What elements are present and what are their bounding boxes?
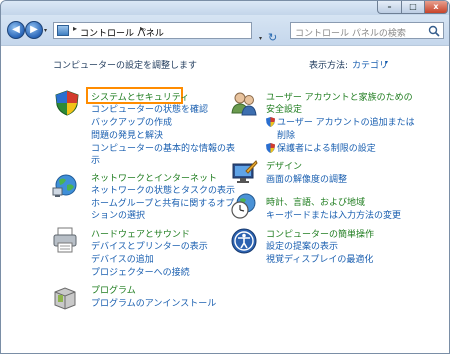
chevron-down-icon[interactable]: ▾ <box>385 59 388 66</box>
forward-button[interactable]: ▶ <box>25 21 43 39</box>
address-bar: ◀ ▶ ▾ ▸ コントロール パネル ▸ ▾ ↻ コントロール パネルの検索 <box>1 15 449 45</box>
appearance-monitor-icon[interactable] <box>230 159 258 187</box>
link-add-remove-accounts-cont[interactable]: 削除 <box>277 128 295 141</box>
clock-globe-icon[interactable] <box>230 192 258 220</box>
shield-icon[interactable] <box>53 89 81 117</box>
link-add-remove-accounts[interactable]: ユーザー アカウントの追加または <box>277 115 415 128</box>
close-button[interactable]: x <box>424 1 448 14</box>
search-icon[interactable] <box>428 25 440 37</box>
link-optimize-visual-display[interactable]: 視覚ディスプレイの最適化 <box>266 252 373 265</box>
control-panel-icon <box>57 25 69 36</box>
link-create-backup[interactable]: バックアップの作成 <box>91 115 172 128</box>
view-by-dropdown[interactable]: カテゴリ <box>352 58 388 71</box>
users-icon[interactable] <box>230 89 258 117</box>
minimize-icon: – <box>387 2 392 11</box>
link-view-basic-info-cont[interactable]: 示 <box>91 153 100 166</box>
maximize-icon: □ <box>409 2 417 11</box>
printer-icon[interactable] <box>51 226 79 254</box>
title-bar: – □ x <box>1 1 449 15</box>
uac-shield-icon <box>266 143 275 153</box>
link-devices-printers[interactable]: デバイスとプリンターの表示 <box>91 239 208 252</box>
category-programs[interactable]: プログラム <box>91 283 136 296</box>
page-title: コンピューターの設定を調整します <box>53 61 198 71</box>
close-icon: x <box>433 2 439 11</box>
link-connect-projector[interactable]: プロジェクターへの接続 <box>91 265 190 278</box>
maximize-button[interactable]: □ <box>401 1 425 14</box>
ease-of-access-icon[interactable] <box>230 227 258 255</box>
link-change-keyboard[interactable]: キーボードまたは入力方法の変更 <box>266 208 401 221</box>
breadcrumb-control-panel[interactable]: コントロール パネル <box>80 26 164 39</box>
uac-shield-icon <box>266 117 275 127</box>
link-uninstall-program[interactable]: プログラムのアンインストール <box>91 296 216 309</box>
minimize-button[interactable]: – <box>377 1 402 14</box>
search-placeholder: コントロール パネルの検索 <box>295 29 406 39</box>
link-let-windows-suggest[interactable]: 設定の提案の表示 <box>266 239 338 252</box>
back-button[interactable]: ◀ <box>7 21 25 39</box>
breadcrumb-separator-icon[interactable]: ▸ <box>73 24 77 33</box>
address-dropdown-icon[interactable]: ▾ <box>259 35 262 42</box>
link-adjust-resolution[interactable]: 画面の解像度の調整 <box>266 172 347 185</box>
category-appearance[interactable]: デザイン <box>266 159 302 172</box>
content-area: コンピューターの設定を調整します 表示方法: カテゴリ ▾ システムとセキュリテ… <box>1 45 449 353</box>
search-input[interactable]: コントロール パネルの検索 <box>290 22 444 39</box>
recent-pages-dropdown-icon[interactable]: ▾ <box>44 27 47 34</box>
category-clock-language-region[interactable]: 時計、言語、および地域 <box>266 195 365 208</box>
view-by-label: 表示方法: <box>309 61 349 71</box>
link-view-basic-info[interactable]: コンピューターの基本的な情報の表 <box>91 141 235 154</box>
refresh-icon[interactable]: ↻ <box>268 31 277 44</box>
link-parental-controls[interactable]: 保護者による制限の設定 <box>277 141 376 154</box>
link-find-fix-problems[interactable]: 問題の発見と解決 <box>91 128 163 141</box>
category-user-accounts-cont[interactable]: 安全設定 <box>266 102 302 115</box>
control-panel-window: – □ x ◀ ▶ ▾ ▸ コントロール パネル ▸ ▾ ↻ コントロール パネ… <box>0 0 450 354</box>
programs-box-icon[interactable] <box>51 283 79 311</box>
link-check-computer-status[interactable]: コンピューターの状態を確認 <box>91 102 208 115</box>
network-globe-icon[interactable] <box>51 171 79 199</box>
breadcrumb-separator-icon[interactable]: ▸ <box>140 24 144 33</box>
address-box[interactable]: ▸ コントロール パネル ▸ <box>53 22 252 39</box>
link-homegroup-sharing-cont[interactable]: ションの選択 <box>91 208 145 221</box>
link-add-device[interactable]: デバイスの追加 <box>91 252 154 265</box>
link-network-status-tasks[interactable]: ネットワークの状態とタスクの表示 <box>91 183 235 196</box>
